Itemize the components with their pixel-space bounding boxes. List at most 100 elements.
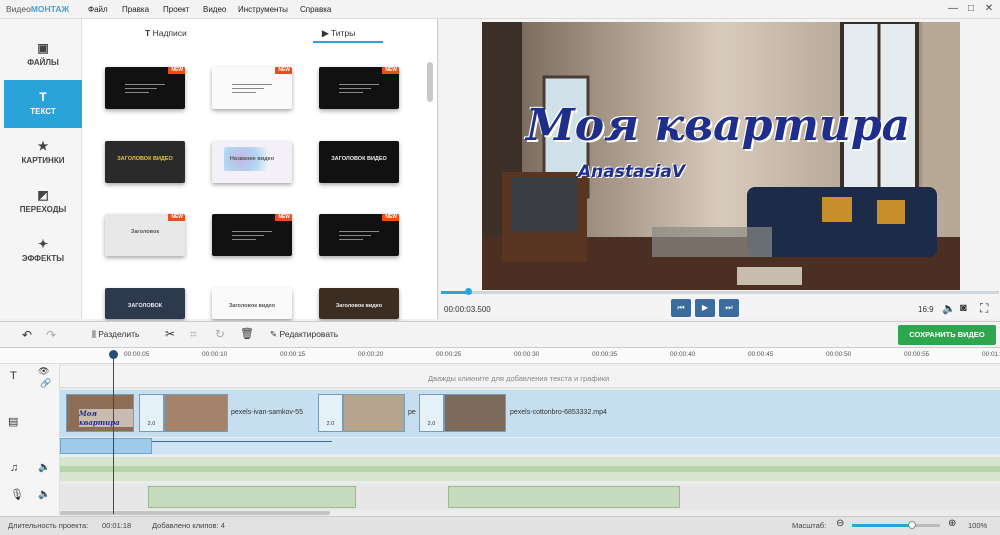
duration-label: Длительность проекта:	[8, 521, 89, 530]
zoom-slider-fill	[852, 524, 912, 527]
voice-volume-icon[interactable]: 🔈	[38, 489, 50, 500]
link-icon[interactable]: 🔗	[40, 378, 51, 389]
aspect-ratio[interactable]: 16:9	[918, 305, 934, 314]
split-button[interactable]: ⫼ Разделить	[92, 329, 139, 340]
skip-forward-icon[interactable]: ⏭	[719, 299, 739, 317]
title-thumbnail[interactable]: NEW	[319, 214, 399, 256]
fullscreen-icon[interactable]: ⛶	[980, 301, 988, 316]
transitions-icon: ◩	[37, 188, 49, 202]
thumbnail-line	[339, 235, 371, 236]
crop-icon[interactable]: ⌗	[190, 327, 197, 342]
title-thumbnail[interactable]: Заголовок NEW	[105, 214, 185, 256]
files-icon: ▣	[37, 41, 49, 55]
trash-icon[interactable]: 🗑	[240, 327, 254, 340]
title-thumbnail[interactable]: Заголовок видео	[319, 288, 399, 319]
transition-2[interactable]: 2.0	[318, 394, 343, 432]
text-icon: T	[145, 28, 151, 38]
clips-count: Добавлено клипов: 4	[152, 521, 225, 530]
title-thumbnail[interactable]: NEW	[212, 67, 292, 109]
edit-button[interactable]: ✎ Редактировать	[270, 329, 338, 340]
snapshot-icon[interactable]: ◙	[960, 302, 967, 314]
split-icon: ⫼	[92, 329, 96, 339]
title-thumbnail[interactable]: ЗАГОЛОВОК	[105, 288, 185, 319]
play-icon[interactable]: ▶	[695, 299, 715, 317]
thumbnail-line	[339, 84, 379, 85]
transition-3[interactable]: 2.0	[419, 394, 444, 432]
thumbnail-title: Заголовок	[130, 229, 160, 235]
playhead[interactable]	[113, 352, 114, 514]
menu-edit[interactable]: Правка	[122, 5, 149, 14]
sidebar-item-files[interactable]: ▣ ФАЙЛЫ	[4, 31, 82, 79]
sidebar-item-transitions[interactable]: ◩ ПЕРЕХОДЫ	[4, 178, 82, 226]
title-thumbnail[interactable]: Заголовок видео	[212, 288, 292, 319]
close-icon[interactable]: ✕	[982, 2, 996, 16]
thumbnail-title: Название видео	[229, 156, 275, 162]
volume-icon[interactable]: 🔈	[942, 302, 956, 315]
active-tab-indicator	[313, 41, 383, 43]
thumbnail-title: ЗАГОЛОВОК	[127, 303, 163, 309]
transition-1[interactable]: 2.0	[139, 394, 164, 432]
thumbnail-line	[232, 92, 256, 93]
zoom-label: Масштаб:	[792, 521, 827, 530]
clip-title[interactable]: Моя квартира	[66, 394, 134, 432]
ruler-tick-label: 00:00:40	[670, 351, 696, 358]
skip-back-icon[interactable]: ⏮	[671, 299, 691, 317]
playback-progress[interactable]	[441, 291, 999, 294]
voice-clip-1[interactable]	[148, 486, 356, 508]
menu-video[interactable]: Видео	[203, 5, 226, 14]
playhead-handle[interactable]	[109, 350, 118, 359]
duration-value: 00:01:18	[102, 521, 132, 530]
music-volume-icon[interactable]: 🔈	[38, 462, 50, 473]
progress-knob[interactable]	[465, 288, 472, 295]
thumbnail-line	[339, 92, 363, 93]
save-video-button[interactable]: СОХРАНИТЬ ВИДЕО	[898, 325, 996, 345]
redo-icon[interactable]: ↷	[46, 328, 56, 342]
ruler-tick-label: 00:00:10	[202, 351, 228, 358]
menu-project[interactable]: Проект	[163, 5, 189, 14]
tab-titles[interactable]: ▶ Титры	[322, 28, 355, 39]
clip-thumbnail-3[interactable]	[444, 394, 506, 432]
title-thumbnail[interactable]: NEW	[319, 67, 399, 109]
voice-clip-2[interactable]	[448, 486, 680, 508]
ruler-tick-label: 00:00:25	[436, 351, 462, 358]
title-thumbnail[interactable]: NEW	[212, 214, 292, 256]
title-thumbnail[interactable]: Название видео	[212, 141, 292, 183]
ruler-tick-label: 00:00:35	[592, 351, 618, 358]
video-track-icon: ▤	[8, 416, 19, 428]
sidebar-item-pictures[interactable]: ★ КАРТИНКИ	[4, 129, 82, 177]
sidebar-item-effects[interactable]: ✦ ЭФФЕКТЫ	[4, 227, 82, 275]
clip-thumbnail-2[interactable]	[343, 394, 405, 432]
library-scrollbar[interactable]	[427, 62, 433, 102]
scissors-icon[interactable]: ✂	[165, 327, 175, 341]
title-thumbnail[interactable]: NEW	[105, 67, 185, 109]
menu-tools[interactable]: Инструменты	[238, 5, 288, 14]
music-waveform	[60, 466, 1000, 472]
zoom-slider-knob[interactable]	[907, 521, 916, 529]
sidebar-item-text[interactable]: T ТЕКСТ	[4, 80, 82, 128]
title-thumbnail[interactable]: ЗАГОЛОВОК ВИДЕО	[319, 141, 399, 183]
thumbnail-line	[232, 239, 256, 240]
menu-help[interactable]: Справка	[300, 5, 331, 14]
tab-captions[interactable]: T Надписи	[145, 28, 187, 38]
thumbnail-line	[232, 235, 264, 236]
timeline-scrollbar[interactable]	[60, 511, 330, 515]
text-icon: T	[39, 90, 47, 104]
pencil-icon: ✎	[270, 329, 278, 339]
thumbnail-line	[232, 88, 264, 89]
undo-icon[interactable]: ↶	[22, 328, 32, 342]
visibility-icon[interactable]: 👁	[38, 366, 49, 377]
rotate-icon[interactable]: ↻	[215, 327, 225, 341]
zoom-out-icon[interactable]: ⊖	[836, 518, 844, 529]
thumbnail-title: Заголовок видео	[335, 303, 383, 309]
menu-file[interactable]: Файл	[88, 5, 108, 14]
title-thumbnail[interactable]: ЗАГОЛОВОК ВИДЕО	[105, 141, 185, 183]
video-preview[interactable]: Моя квартира AnastasiaV	[482, 22, 960, 290]
clip-thumbnail-1[interactable]	[164, 394, 228, 432]
ruler-tick-label: 00:00:45	[748, 351, 774, 358]
zoom-in-icon[interactable]: ⊕	[948, 518, 956, 529]
minimize-icon[interactable]: —	[946, 2, 960, 16]
maximize-icon[interactable]: □	[964, 2, 978, 16]
ruler-tick-label: 00:00:55	[904, 351, 930, 358]
overlay-clip[interactable]	[60, 438, 152, 454]
music-icon: ♫	[10, 462, 19, 474]
